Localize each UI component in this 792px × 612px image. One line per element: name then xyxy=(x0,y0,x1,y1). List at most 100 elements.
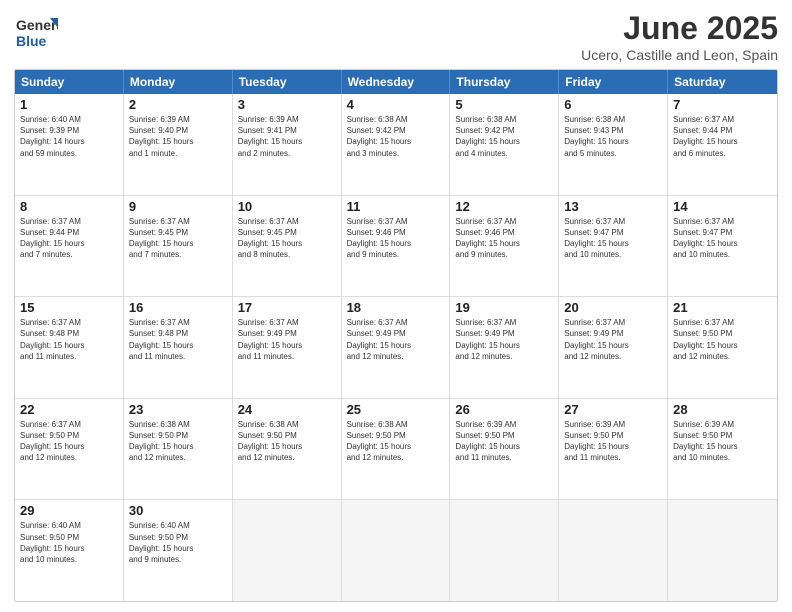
cell-info: Sunrise: 6:37 AMSunset: 9:45 PMDaylight:… xyxy=(129,216,227,261)
cell-info: Sunrise: 6:39 AMSunset: 9:41 PMDaylight:… xyxy=(238,114,336,159)
day-number: 3 xyxy=(238,97,336,112)
header-monday: Monday xyxy=(124,70,233,94)
calendar-body: 1 Sunrise: 6:40 AMSunset: 9:39 PMDaylight… xyxy=(15,94,777,601)
cell-info: Sunrise: 6:37 AMSunset: 9:47 PMDaylight:… xyxy=(673,216,772,261)
cell-info: Sunrise: 6:38 AMSunset: 9:43 PMDaylight:… xyxy=(564,114,662,159)
day-number: 17 xyxy=(238,300,336,315)
calendar-cell: 13 Sunrise: 6:37 AMSunset: 9:47 PMDayligh… xyxy=(559,196,668,297)
cell-info: Sunrise: 6:37 AMSunset: 9:44 PMDaylight:… xyxy=(673,114,772,159)
day-number: 13 xyxy=(564,199,662,214)
cell-info: Sunrise: 6:39 AMSunset: 9:50 PMDaylight:… xyxy=(564,419,662,464)
calendar-cell: 27 Sunrise: 6:39 AMSunset: 9:50 PMDayligh… xyxy=(559,399,668,500)
day-number: 19 xyxy=(455,300,553,315)
svg-text:Blue: Blue xyxy=(16,33,47,49)
day-number: 24 xyxy=(238,402,336,417)
calendar-cell: 9 Sunrise: 6:37 AMSunset: 9:45 PMDaylight… xyxy=(124,196,233,297)
calendar-cell: 25 Sunrise: 6:38 AMSunset: 9:50 PMDayligh… xyxy=(342,399,451,500)
day-number: 22 xyxy=(20,402,118,417)
cell-info: Sunrise: 6:38 AMSunset: 9:50 PMDaylight:… xyxy=(347,419,445,464)
cell-info: Sunrise: 6:37 AMSunset: 9:46 PMDaylight:… xyxy=(347,216,445,261)
calendar-cell: 2Sunrise: 6:39 AMSunset: 9:40 PMDaylight… xyxy=(124,94,233,195)
calendar-cell: 6 Sunrise: 6:38 AMSunset: 9:43 PMDaylight… xyxy=(559,94,668,195)
day-number: 8 xyxy=(20,199,118,214)
calendar-cell: 29Sunrise: 6:40 AMSunset: 9:50 PMDayligh… xyxy=(15,500,124,601)
calendar-cell xyxy=(342,500,451,601)
calendar-cell: 24 Sunrise: 6:38 AMSunset: 9:50 PMDayligh… xyxy=(233,399,342,500)
calendar-cell: 11Sunrise: 6:37 AMSunset: 9:46 PMDayligh… xyxy=(342,196,451,297)
cell-info: Sunrise: 6:37 AMSunset: 9:49 PMDaylight:… xyxy=(238,317,336,362)
day-number: 10 xyxy=(238,199,336,214)
cell-info: Sunrise: 6:40 AMSunset: 9:50 PMDaylight:… xyxy=(129,520,227,565)
day-number: 25 xyxy=(347,402,445,417)
calendar-cell: 12Sunrise: 6:37 AMSunset: 9:46 PMDayligh… xyxy=(450,196,559,297)
calendar-cell xyxy=(559,500,668,601)
title-area: June 2025 Ucero, Castille and Leon, Spai… xyxy=(581,10,778,63)
calendar-cell: 5 Sunrise: 6:38 AMSunset: 9:42 PMDaylight… xyxy=(450,94,559,195)
cell-info: Sunrise: 6:38 AMSunset: 9:42 PMDaylight:… xyxy=(347,114,445,159)
calendar-cell: 21 Sunrise: 6:37 AMSunset: 9:50 PMDayligh… xyxy=(668,297,777,398)
day-number: 16 xyxy=(129,300,227,315)
cell-info: Sunrise: 6:37 AMSunset: 9:50 PMDaylight:… xyxy=(20,419,118,464)
calendar-row-3: 22 Sunrise: 6:37 AMSunset: 9:50 PMDayligh… xyxy=(15,398,777,500)
day-number: 20 xyxy=(564,300,662,315)
calendar-cell: 18Sunrise: 6:37 AMSunset: 9:49 PMDayligh… xyxy=(342,297,451,398)
calendar-row-4: 29Sunrise: 6:40 AMSunset: 9:50 PMDayligh… xyxy=(15,499,777,601)
day-number: 15 xyxy=(20,300,118,315)
day-number: 1 xyxy=(20,97,118,112)
calendar-cell: 22 Sunrise: 6:37 AMSunset: 9:50 PMDayligh… xyxy=(15,399,124,500)
calendar-cell: 20 Sunrise: 6:37 AMSunset: 9:49 PMDayligh… xyxy=(559,297,668,398)
calendar-cell: 4 Sunrise: 6:38 AMSunset: 9:42 PMDaylight… xyxy=(342,94,451,195)
calendar-cell: 23 Sunrise: 6:38 AMSunset: 9:50 PMDayligh… xyxy=(124,399,233,500)
cell-info: Sunrise: 6:37 AMSunset: 9:50 PMDaylight:… xyxy=(673,317,772,362)
day-number: 7 xyxy=(673,97,772,112)
calendar-row-0: 1 Sunrise: 6:40 AMSunset: 9:39 PMDaylight… xyxy=(15,94,777,195)
cell-info: Sunrise: 6:37 AMSunset: 9:47 PMDaylight:… xyxy=(564,216,662,261)
calendar-cell: 28Sunrise: 6:39 AMSunset: 9:50 PMDayligh… xyxy=(668,399,777,500)
day-number: 2 xyxy=(129,97,227,112)
day-number: 28 xyxy=(673,402,772,417)
cell-info: Sunrise: 6:38 AMSunset: 9:50 PMDaylight:… xyxy=(129,419,227,464)
cell-info: Sunrise: 6:38 AMSunset: 9:42 PMDaylight:… xyxy=(455,114,553,159)
header-wednesday: Wednesday xyxy=(342,70,451,94)
cell-info: Sunrise: 6:40 AMSunset: 9:39 PMDaylight:… xyxy=(20,114,118,159)
calendar-cell: 10 Sunrise: 6:37 AMSunset: 9:45 PMDayligh… xyxy=(233,196,342,297)
calendar-subtitle: Ucero, Castille and Leon, Spain xyxy=(581,47,778,63)
calendar-cell: 8Sunrise: 6:37 AMSunset: 9:44 PMDaylight… xyxy=(15,196,124,297)
cell-info: Sunrise: 6:37 AMSunset: 9:49 PMDaylight:… xyxy=(347,317,445,362)
cell-info: Sunrise: 6:37 AMSunset: 9:48 PMDaylight:… xyxy=(20,317,118,362)
calendar-cell: 17 Sunrise: 6:37 AMSunset: 9:49 PMDayligh… xyxy=(233,297,342,398)
calendar-header: Sunday Monday Tuesday Wednesday Thursday… xyxy=(15,70,777,94)
calendar-cell: 16 Sunrise: 6:37 AMSunset: 9:48 PMDayligh… xyxy=(124,297,233,398)
cell-info: Sunrise: 6:37 AMSunset: 9:49 PMDaylight:… xyxy=(455,317,553,362)
calendar-cell: 15 Sunrise: 6:37 AMSunset: 9:48 PMDayligh… xyxy=(15,297,124,398)
cell-info: Sunrise: 6:37 AMSunset: 9:48 PMDaylight:… xyxy=(129,317,227,362)
header-sunday: Sunday xyxy=(15,70,124,94)
calendar-row-1: 8Sunrise: 6:37 AMSunset: 9:44 PMDaylight… xyxy=(15,195,777,297)
header-friday: Friday xyxy=(559,70,668,94)
calendar-cell xyxy=(233,500,342,601)
day-number: 21 xyxy=(673,300,772,315)
logo: General Blue xyxy=(14,10,58,59)
day-number: 27 xyxy=(564,402,662,417)
header-saturday: Saturday xyxy=(668,70,777,94)
calendar-cell: 26Sunrise: 6:39 AMSunset: 9:50 PMDayligh… xyxy=(450,399,559,500)
calendar-cell: 7 Sunrise: 6:37 AMSunset: 9:44 PMDaylight… xyxy=(668,94,777,195)
calendar-cell: 30 Sunrise: 6:40 AMSunset: 9:50 PMDayligh… xyxy=(124,500,233,601)
cell-info: Sunrise: 6:37 AMSunset: 9:45 PMDaylight:… xyxy=(238,216,336,261)
day-number: 23 xyxy=(129,402,227,417)
cell-info: Sunrise: 6:39 AMSunset: 9:50 PMDaylight:… xyxy=(455,419,553,464)
calendar-cell: 14 Sunrise: 6:37 AMSunset: 9:47 PMDayligh… xyxy=(668,196,777,297)
cell-info: Sunrise: 6:38 AMSunset: 9:50 PMDaylight:… xyxy=(238,419,336,464)
day-number: 4 xyxy=(347,97,445,112)
header: General Blue June 2025 Ucero, Castille a… xyxy=(14,10,778,63)
day-number: 30 xyxy=(129,503,227,518)
day-number: 6 xyxy=(564,97,662,112)
day-number: 5 xyxy=(455,97,553,112)
logo-icon: General Blue xyxy=(14,10,58,54)
calendar-title: June 2025 xyxy=(581,10,778,47)
calendar: Sunday Monday Tuesday Wednesday Thursday… xyxy=(14,69,778,602)
day-number: 9 xyxy=(129,199,227,214)
day-number: 14 xyxy=(673,199,772,214)
cell-info: Sunrise: 6:40 AMSunset: 9:50 PMDaylight:… xyxy=(20,520,118,565)
cell-info: Sunrise: 6:37 AMSunset: 9:49 PMDaylight:… xyxy=(564,317,662,362)
